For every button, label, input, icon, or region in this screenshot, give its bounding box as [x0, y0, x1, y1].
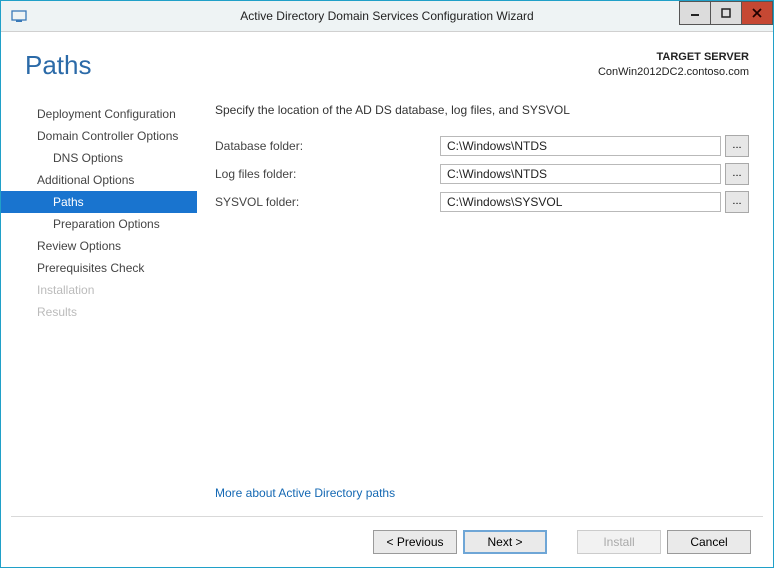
- sysvol-folder-label: SYSVOL folder:: [215, 195, 440, 209]
- database-folder-row: Database folder: ...: [215, 135, 749, 157]
- database-folder-label: Database folder:: [215, 139, 440, 153]
- sysvol-folder-input[interactable]: [440, 192, 721, 212]
- app-icon: [7, 4, 31, 28]
- database-browse-button[interactable]: ...: [725, 135, 749, 157]
- sidebar-item-dns-options[interactable]: DNS Options: [1, 147, 197, 169]
- sidebar-item-prerequisites-check[interactable]: Prerequisites Check: [1, 257, 197, 279]
- sidebar-item-preparation-options[interactable]: Preparation Options: [1, 213, 197, 235]
- next-button[interactable]: Next >: [463, 530, 547, 554]
- sidebar: Deployment ConfigurationDomain Controlle…: [1, 91, 197, 516]
- sidebar-item-review-options[interactable]: Review Options: [1, 235, 197, 257]
- minimize-button[interactable]: [679, 1, 711, 25]
- previous-button[interactable]: < Previous: [373, 530, 457, 554]
- close-button[interactable]: [741, 1, 773, 25]
- page-title: Paths: [25, 50, 92, 81]
- titlebar: Active Directory Domain Services Configu…: [1, 1, 773, 32]
- more-about-paths-link[interactable]: More about Active Directory paths: [215, 486, 395, 500]
- sidebar-item-deployment-configuration[interactable]: Deployment Configuration: [1, 103, 197, 125]
- target-server-name: ConWin2012DC2.contoso.com: [598, 65, 749, 80]
- logfiles-folder-row: Log files folder: ...: [215, 163, 749, 185]
- window-title: Active Directory Domain Services Configu…: [1, 9, 773, 23]
- target-server-label: TARGET SERVER: [598, 50, 749, 65]
- sysvol-browse-button[interactable]: ...: [725, 191, 749, 213]
- content-pane: Specify the location of the AD DS databa…: [197, 91, 773, 516]
- window-controls: [680, 1, 773, 23]
- maximize-button[interactable]: [710, 1, 742, 25]
- database-folder-input[interactable]: [440, 136, 721, 156]
- target-server-info: TARGET SERVER ConWin2012DC2.contoso.com: [598, 50, 749, 80]
- header: Paths TARGET SERVER ConWin2012DC2.contos…: [1, 32, 773, 91]
- cancel-button[interactable]: Cancel: [667, 530, 751, 554]
- footer: < Previous Next > Install Cancel: [1, 517, 773, 567]
- sidebar-item-paths[interactable]: Paths: [1, 191, 197, 213]
- sidebar-item-results: Results: [1, 301, 197, 323]
- sidebar-item-additional-options[interactable]: Additional Options: [1, 169, 197, 191]
- body: Deployment ConfigurationDomain Controlle…: [1, 91, 773, 516]
- sidebar-item-installation: Installation: [1, 279, 197, 301]
- logfiles-browse-button[interactable]: ...: [725, 163, 749, 185]
- install-button: Install: [577, 530, 661, 554]
- instruction-text: Specify the location of the AD DS databa…: [215, 103, 749, 117]
- sidebar-item-domain-controller-options[interactable]: Domain Controller Options: [1, 125, 197, 147]
- logfiles-folder-label: Log files folder:: [215, 167, 440, 181]
- logfiles-folder-input[interactable]: [440, 164, 721, 184]
- wizard-window: Active Directory Domain Services Configu…: [0, 0, 774, 568]
- sysvol-folder-row: SYSVOL folder: ...: [215, 191, 749, 213]
